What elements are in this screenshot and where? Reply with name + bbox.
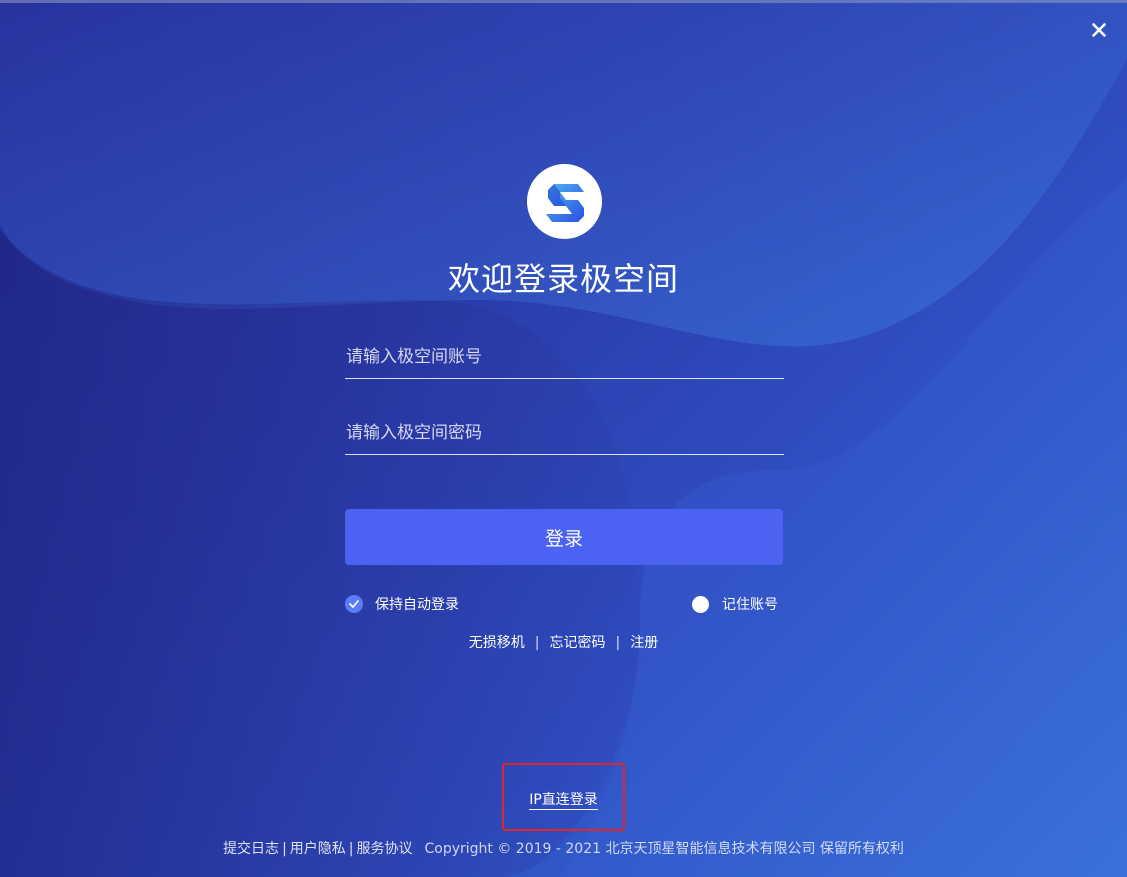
footer-separator: | (282, 841, 287, 857)
auxiliary-links: 无损移机 | 忘记密码 | 注册 (0, 632, 1127, 652)
login-button[interactable]: 登录 (345, 509, 783, 565)
close-button[interactable] (1085, 16, 1113, 44)
keep-login-option[interactable]: 保持自动登录 (345, 594, 459, 614)
checkmark-icon (349, 600, 359, 608)
copyright-text: Copyright © 2019 - 2021 北京天顶星智能信息技术有限公司 … (424, 841, 904, 857)
privacy-link[interactable]: 用户隐私 (290, 841, 346, 857)
app-logo (527, 164, 602, 239)
page-title: 欢迎登录极空间 (447, 260, 679, 298)
keep-login-checkbox[interactable] (345, 595, 363, 613)
migrate-link[interactable]: 无损移机 (469, 635, 525, 651)
footer-separator: | (348, 841, 354, 857)
account-input[interactable] (345, 338, 784, 379)
link-separator: | (534, 635, 540, 651)
agreement-link[interactable]: 服务协议 (357, 841, 413, 857)
forgot-password-link[interactable]: 忘记密码 (550, 635, 606, 651)
remember-account-label: 记住账号 (722, 597, 778, 613)
password-input[interactable] (345, 414, 784, 455)
remember-account-checkbox[interactable] (692, 595, 709, 613)
ip-login-container: IP直连登录 (0, 789, 1127, 810)
login-window: 欢迎登录极空间 登录 保持自动登录 记住账号 无损移机 | 忘记密码 | 注册 IP直连… (0, 0, 1127, 877)
remember-account-option[interactable]: 记住账号 (692, 594, 778, 614)
top-edge-strip (0, 0, 1127, 3)
jikongjian-logo-icon (545, 183, 584, 222)
ip-login-link[interactable]: IP直连登录 (529, 792, 598, 810)
close-icon (1092, 23, 1106, 37)
keep-login-label: 保持自动登录 (375, 597, 459, 613)
submit-log-link[interactable]: 提交日志 (223, 841, 279, 857)
footer: 提交日志 | 用户隐私 | 服务协议 Copyright © 2019 - 2021 北京… (0, 838, 1127, 858)
link-separator: | (615, 635, 621, 651)
register-link[interactable]: 注册 (630, 635, 658, 651)
